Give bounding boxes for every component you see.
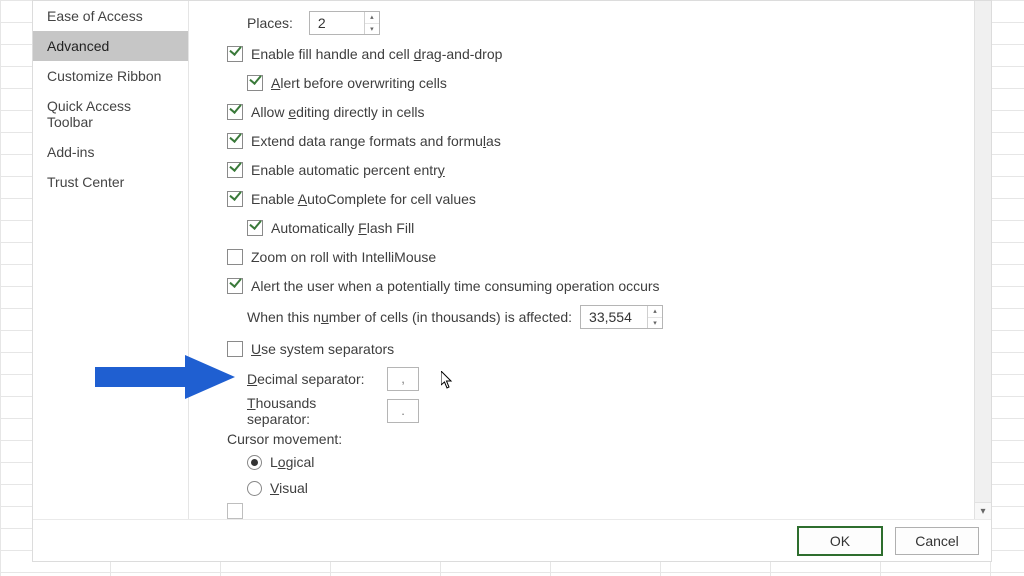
sidebar-item-add-ins[interactable]: Add-ins [33, 137, 188, 167]
row-cells-affected: When this number of cells (in thousands)… [227, 300, 975, 334]
options-content-pane: Places: 2 ▴▾ Enable fill handle and cell… [189, 1, 991, 519]
cancel-button[interactable]: Cancel [895, 527, 979, 555]
checkbox-zoom-intellimouse[interactable] [227, 249, 243, 265]
cursor-movement-heading: Cursor movement: [227, 427, 975, 449]
checkbox-flash-fill[interactable] [247, 220, 263, 236]
dialog-body: Ease of Access Advanced Customize Ribbon… [33, 1, 991, 519]
dialog-button-bar: OK Cancel [33, 519, 991, 561]
label-alert-time: Alert the user when a potentially time c… [251, 278, 660, 294]
radio-cursor-logical[interactable] [247, 455, 262, 470]
sidebar-item-quick-access-toolbar[interactable]: Quick Access Toolbar [33, 91, 188, 137]
label-flash-fill: Automatically Flash Fill [271, 220, 414, 236]
sidebar-item-customize-ribbon[interactable]: Customize Ribbon [33, 61, 188, 91]
places-value: 2 [310, 12, 364, 34]
vertical-scrollbar[interactable]: ▾ [974, 1, 991, 519]
row-auto-percent: Enable automatic percent entry [227, 155, 975, 184]
row-thousands-separator: Thousands separator: . [227, 395, 975, 427]
cells-affected-spin-buttons[interactable]: ▴▾ [647, 306, 662, 328]
checkbox-auto-percent[interactable] [227, 162, 243, 178]
thousands-separator-input[interactable]: . [387, 399, 419, 423]
sidebar-item-advanced[interactable]: Advanced [33, 31, 188, 61]
cells-affected-value: 33,554 [581, 306, 647, 328]
excel-options-dialog: Ease of Access Advanced Customize Ribbon… [32, 0, 992, 562]
places-spinner[interactable]: 2 ▴▾ [309, 11, 380, 35]
radio-cursor-visual[interactable] [247, 481, 262, 496]
label-use-system-separators: Use system separators [251, 341, 394, 357]
row-allow-edit-in-cells: Allow editing directly in cells [227, 97, 975, 126]
decimal-separator-label: Decimal separator: [247, 371, 379, 387]
label-extend-formats: Extend data range formats and formulas [251, 133, 501, 149]
label-alert-overwrite: Alert before overwriting cells [271, 75, 447, 91]
row-extend-formats: Extend data range formats and formulas [227, 126, 975, 155]
places-label: Places: [247, 15, 293, 31]
label-fill-handle: Enable fill handle and cell drag-and-dro… [251, 46, 502, 62]
places-spin-buttons[interactable]: ▴▾ [364, 12, 379, 34]
options-scroll-area: Places: 2 ▴▾ Enable fill handle and cell… [189, 1, 975, 519]
cells-affected-label: When this number of cells (in thousands)… [247, 309, 572, 325]
row-autocomplete: Enable AutoComplete for cell values [227, 184, 975, 213]
row-partial-next [227, 501, 975, 519]
checkbox-allow-edit[interactable] [227, 104, 243, 120]
row-alert-time-consuming: Alert the user when a potentially time c… [227, 271, 975, 300]
row-alert-overwrite: Alert before overwriting cells [227, 68, 975, 97]
scrollbar-down-button[interactable]: ▾ [975, 502, 991, 519]
checkbox-fill-handle[interactable] [227, 46, 243, 62]
row-zoom-intellimouse: Zoom on roll with IntelliMouse [227, 242, 975, 271]
label-zoom-intellimouse: Zoom on roll with IntelliMouse [251, 249, 436, 265]
row-fill-handle: Enable fill handle and cell drag-and-dro… [227, 39, 975, 68]
label-autocomplete: Enable AutoComplete for cell values [251, 191, 476, 207]
ok-button[interactable]: OK [797, 526, 883, 556]
row-decimal-separator: Decimal separator: , [227, 363, 975, 395]
cells-affected-spinner[interactable]: 33,554 ▴▾ [580, 305, 663, 329]
options-sidebar: Ease of Access Advanced Customize Ribbon… [33, 1, 189, 519]
label-allow-edit: Allow editing directly in cells [251, 104, 425, 120]
label-cursor-logical: Logical [270, 454, 314, 470]
checkbox-alert-time[interactable] [227, 278, 243, 294]
row-flash-fill: Automatically Flash Fill [227, 213, 975, 242]
row-places: Places: 2 ▴▾ [227, 7, 975, 39]
label-auto-percent: Enable automatic percent entry [251, 162, 445, 178]
sidebar-item-trust-center[interactable]: Trust Center [33, 167, 188, 197]
row-use-system-separators: Use system separators [227, 334, 975, 363]
label-cursor-visual: Visual [270, 480, 308, 496]
thousands-separator-label: Thousands separator: [247, 395, 379, 427]
checkbox-autocomplete[interactable] [227, 191, 243, 207]
row-cursor-logical: Logical [227, 449, 975, 475]
decimal-separator-input[interactable]: , [387, 367, 419, 391]
checkbox-extend-formats[interactable] [227, 133, 243, 149]
checkbox-alert-overwrite[interactable] [247, 75, 263, 91]
row-cursor-visual: Visual [227, 475, 975, 501]
sidebar-item-ease-of-access[interactable]: Ease of Access [33, 1, 188, 31]
checkbox-use-system-separators[interactable] [227, 341, 243, 357]
checkbox-partial-next[interactable] [227, 503, 243, 519]
